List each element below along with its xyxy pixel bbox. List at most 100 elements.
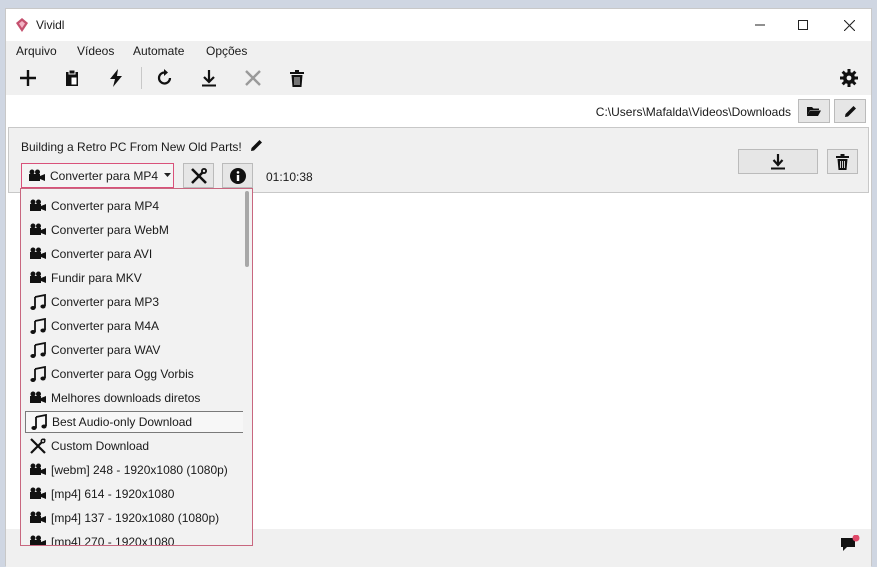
trash-icon — [290, 69, 304, 87]
trash-icon — [836, 153, 849, 170]
edit-path-button[interactable] — [834, 99, 866, 123]
menu-automate[interactable]: Automate — [133, 44, 184, 58]
video-duration: 01:10:38 — [266, 170, 313, 184]
dropdown-option-label: Converter para M4A — [51, 319, 160, 333]
lightning-icon — [110, 69, 122, 87]
menu-videos[interactable]: Vídeos — [77, 44, 114, 58]
pencil-icon — [844, 105, 856, 117]
browse-folder-button[interactable] — [798, 99, 830, 123]
clipboard-icon — [66, 69, 78, 86]
output-path-bar: C:\Users\Mafalda\Videos\Downloads — [6, 95, 871, 125]
close-button[interactable] — [826, 9, 872, 41]
video-icon — [28, 486, 48, 502]
dropdown-option-label: Converter para WAV — [51, 343, 161, 357]
video-icon — [28, 270, 48, 286]
maximize-icon — [798, 20, 808, 30]
dropdown-option[interactable]: [webm] 248 - 1920x1080 (1080p) — [25, 459, 245, 481]
menu-opcoes[interactable]: Opções — [206, 44, 247, 58]
app-window: Vividl Arquivo Vídeos Automate Opções C:… — [5, 8, 872, 567]
format-options-button[interactable] — [183, 163, 214, 188]
dropdown-option-label: Fundir para MKV — [51, 271, 142, 285]
video-icon — [28, 462, 48, 478]
dropdown-option-label: [mp4] 270 - 1920x1080 — [51, 535, 175, 546]
music-icon — [29, 414, 49, 430]
format-select[interactable]: Converter para MP4 — [21, 163, 174, 188]
dropdown-option-label: Converter para MP4 — [51, 199, 160, 213]
dropdown-option[interactable]: Converter para MP4 — [25, 195, 245, 217]
dropdown-scrollbar[interactable] — [243, 189, 251, 545]
download-icon — [202, 70, 216, 87]
dropdown-option[interactable]: [mp4] 137 - 1920x1080 (1080p) — [25, 507, 245, 529]
notification-chat-icon[interactable] — [841, 535, 861, 553]
dropdown-option-label: [mp4] 137 - 1920x1080 (1080p) — [51, 511, 220, 525]
music-icon — [28, 294, 48, 310]
minimize-icon — [755, 24, 765, 26]
delete-all-button[interactable] — [283, 65, 311, 91]
format-select-value: Converter para MP4 — [50, 168, 159, 183]
music-icon — [28, 318, 48, 334]
paste-button[interactable] — [58, 65, 86, 91]
menu-arquivo[interactable]: Arquivo — [16, 44, 57, 58]
video-icon — [28, 198, 48, 214]
dropdown-option[interactable]: Melhores downloads diretos — [25, 387, 245, 409]
dropdown-option-label: Converter para AVI — [51, 247, 153, 261]
download-icon — [771, 153, 785, 169]
settings-button[interactable] — [835, 65, 863, 91]
output-path: C:\Users\Mafalda\Videos\Downloads — [595, 105, 791, 119]
window-title: Vividl — [36, 18, 65, 32]
video-icon — [28, 246, 48, 262]
dropdown-option[interactable]: Converter para AVI — [25, 243, 245, 265]
dropdown-option[interactable]: Converter para WAV — [25, 339, 245, 361]
dropdown-option[interactable]: Best Audio-only Download — [25, 411, 245, 433]
dropdown-option[interactable]: Fundir para MKV — [25, 267, 245, 289]
dropdown-option[interactable]: Custom Download — [25, 435, 245, 457]
plus-icon — [20, 70, 36, 86]
add-button[interactable] — [14, 65, 42, 91]
dropdown-option[interactable]: Converter para Ogg Vorbis — [25, 363, 245, 385]
settings-icon — [840, 69, 858, 87]
close-icon — [843, 19, 855, 31]
download-all-button[interactable] — [195, 65, 223, 91]
music-icon — [28, 366, 48, 382]
music-icon — [28, 342, 48, 358]
dropdown-option-label: Converter para Ogg Vorbis — [51, 367, 194, 381]
scrollbar-thumb[interactable] — [245, 191, 249, 267]
toolbar — [6, 61, 871, 95]
video-title: Building a Retro PC From New Old Parts! — [21, 140, 242, 154]
info-icon — [229, 167, 246, 184]
dropdown-option[interactable]: [mp4] 614 - 1920x1080 — [25, 483, 245, 505]
folder-open-icon — [807, 107, 821, 116]
video-icon — [28, 390, 48, 406]
info-button[interactable] — [222, 163, 253, 188]
app-logo-icon — [16, 18, 28, 32]
dropdown-option[interactable]: Converter para MP3 — [25, 291, 245, 313]
dropdown-option[interactable]: Converter para M4A — [25, 315, 245, 337]
dropdown-option[interactable]: [mp4] 270 - 1920x1080 — [25, 531, 245, 546]
video-icon — [28, 510, 48, 526]
video-icon — [28, 222, 48, 238]
title-bar: Vividl — [6, 9, 871, 41]
video-icon — [29, 169, 45, 181]
edit-title-icon[interactable] — [250, 139, 263, 152]
tools-icon — [190, 167, 207, 184]
dropdown-option-label: Custom Download — [51, 439, 150, 453]
menu-bar: Arquivo Vídeos Automate Opções — [6, 41, 871, 61]
chevron-down-icon — [164, 173, 172, 177]
cancel-button[interactable] — [239, 65, 267, 91]
dropdown-option-label: [mp4] 614 - 1920x1080 — [51, 487, 175, 501]
dropdown-option[interactable]: Converter para WebM — [25, 219, 245, 241]
quick-download-button[interactable] — [102, 65, 130, 91]
delete-item-button[interactable] — [827, 149, 858, 174]
dropdown-option-label: Converter para MP3 — [51, 295, 160, 309]
download-item-button[interactable] — [738, 149, 818, 174]
refresh-button[interactable] — [151, 65, 179, 91]
tools-icon — [28, 438, 48, 454]
dropdown-option-label: [webm] 248 - 1920x1080 (1080p) — [51, 463, 228, 477]
dropdown-option-label: Converter para WebM — [51, 223, 169, 237]
video-icon — [28, 534, 48, 545]
format-dropdown-list[interactable]: Converter para MP4 Converter para WebM Con… — [20, 188, 253, 546]
minimize-button[interactable] — [737, 9, 783, 41]
download-item: Building a Retro PC From New Old Parts! … — [8, 127, 869, 193]
cancel-icon — [245, 70, 261, 86]
maximize-button[interactable] — [780, 9, 826, 41]
